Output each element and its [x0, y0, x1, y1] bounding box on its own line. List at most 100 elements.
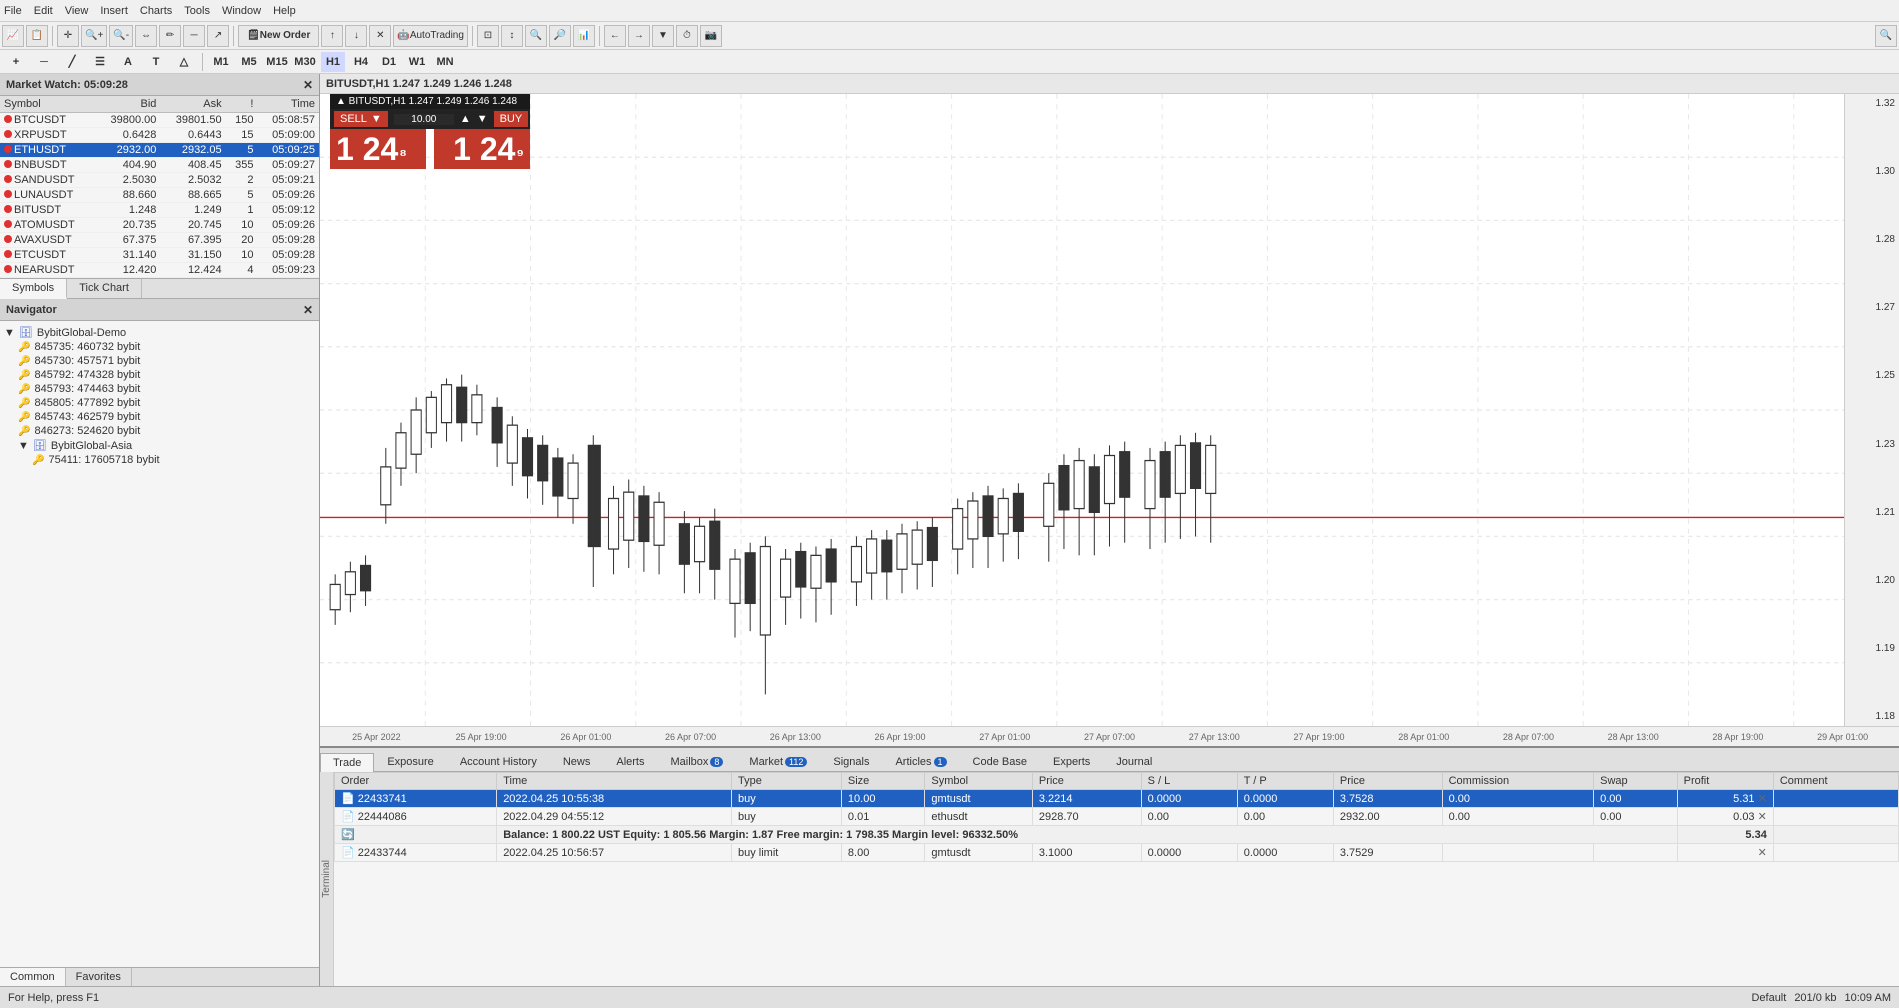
col-profit[interactable]: Profit: [1677, 773, 1773, 790]
term-tab-codebase[interactable]: Code Base: [960, 752, 1040, 771]
sell-dropdown-icon[interactable]: ▼: [371, 113, 382, 125]
tf-h1[interactable]: H1: [321, 52, 345, 72]
tf-d1[interactable]: D1: [377, 52, 401, 72]
lot-up-icon[interactable]: ▲: [460, 113, 471, 125]
shape-tool[interactable]: △: [172, 52, 196, 72]
mw-row[interactable]: ETHUSDT 2932.00 2932.05 5 05:09:25: [0, 143, 319, 158]
autotrading-btn[interactable]: 🤖 AutoTrading: [393, 25, 468, 47]
scroll-btn[interactable]: ⇔: [135, 25, 157, 47]
indicators-btn[interactable]: 📊: [573, 25, 595, 47]
tf-m15[interactable]: M15: [265, 52, 289, 72]
buy-btn[interactable]: ↑: [321, 25, 343, 47]
sell-button[interactable]: SELL ▼: [334, 111, 388, 127]
sell-btn[interactable]: ↓: [345, 25, 367, 47]
term-tab-signals[interactable]: Signals: [820, 752, 882, 771]
new-order-button[interactable]: 🗒 New Order: [238, 25, 319, 47]
tf-m1[interactable]: M1: [209, 52, 233, 72]
nav-account-item[interactable]: 🔑845730: 457571 bybit: [4, 354, 315, 368]
col-tp[interactable]: T / P: [1237, 773, 1333, 790]
order-row[interactable]: 📄 22433741 2022.04.25 10:55:38 buy 10.00…: [335, 790, 1899, 808]
order-row[interactable]: 📄 22444086 2022.04.29 04:55:12 buy 0.01 …: [335, 808, 1899, 826]
mw-row[interactable]: NEARUSDT 12.420 12.424 4 05:09:23: [0, 263, 319, 278]
tf-m5[interactable]: M5: [237, 52, 261, 72]
chart-canvas[interactable]: 1.32 1.30 1.28 1.27 1.25 1.23 1.21 1.20 …: [320, 94, 1899, 726]
nav-account-item[interactable]: 🔑845735: 460732 bybit: [4, 340, 315, 354]
term-tab-articles[interactable]: Articles1: [882, 752, 959, 771]
hline-btn[interactable]: ─: [183, 25, 205, 47]
menu-window[interactable]: Window: [222, 5, 261, 17]
order-row[interactable]: 📄 22433744 2022.04.25 10:56:57 buy limit…: [335, 844, 1899, 862]
term-tab-mailbox[interactable]: Mailbox8: [657, 752, 736, 771]
buy-button[interactable]: BUY: [494, 111, 529, 127]
lot-down-icon[interactable]: ▼: [477, 113, 488, 125]
col-commission[interactable]: Commission: [1442, 773, 1594, 790]
nav-account-item[interactable]: 🔑846273: 524620 bybit: [4, 424, 315, 438]
mw-row[interactable]: BTCUSDT 39800.00 39801.50 150 05:08:57: [0, 113, 319, 128]
forward-btn[interactable]: →: [628, 25, 650, 47]
col-price[interactable]: Price: [1032, 773, 1141, 790]
term-tab-market[interactable]: Market112: [736, 752, 820, 771]
mw-tab-symbols[interactable]: Symbols: [0, 279, 67, 299]
menu-charts[interactable]: Charts: [140, 5, 172, 17]
nav-root-bybit-demo[interactable]: ▼ 🗄 BybitGlobal-Demo: [4, 325, 315, 340]
mw-row[interactable]: SANDUSDT 2.5030 2.5032 2 05:09:21: [0, 173, 319, 188]
navigator-close[interactable]: ✕: [303, 303, 313, 317]
tf-w1[interactable]: W1: [405, 52, 429, 72]
tf-h4[interactable]: H4: [349, 52, 373, 72]
term-tab-experts[interactable]: Experts: [1040, 752, 1103, 771]
nav-root-bybit-asia[interactable]: ▼ 🗄 BybitGlobal-Asia: [4, 438, 315, 453]
col-swap[interactable]: Swap: [1594, 773, 1678, 790]
zoom-chart-in[interactable]: 🔍: [525, 25, 547, 47]
menu-edit[interactable]: Edit: [34, 5, 53, 17]
trendline-tool[interactable]: ╱: [60, 52, 84, 72]
back-btn[interactable]: ←: [604, 25, 626, 47]
term-tab-account-history[interactable]: Account History: [447, 752, 550, 771]
col-order[interactable]: Order: [335, 773, 497, 790]
close-order-btn[interactable]: ✕: [1758, 811, 1767, 823]
lot-input[interactable]: [394, 114, 454, 125]
market-watch-close[interactable]: ✕: [303, 78, 313, 92]
tline-btn[interactable]: ↗: [207, 25, 229, 47]
nav-tab-favorites[interactable]: Favorites: [66, 968, 132, 986]
term-tab-journal[interactable]: Journal: [1103, 752, 1165, 771]
col-sl[interactable]: S / L: [1141, 773, 1237, 790]
screenshot-btn[interactable]: 📷: [700, 25, 722, 47]
profiles-btn[interactable]: ▼: [652, 25, 674, 47]
close-pending-btn[interactable]: ✕: [1758, 847, 1767, 859]
term-tab-news[interactable]: News: [550, 752, 604, 771]
mw-tab-tick[interactable]: Tick Chart: [67, 279, 142, 298]
nav-account-item[interactable]: 🔑845805: 477892 bybit: [4, 396, 315, 410]
timer-btn[interactable]: ⏱: [676, 25, 698, 47]
terminal-content[interactable]: Order Time Type Size Symbol Price S / L …: [334, 772, 1899, 986]
mw-row[interactable]: AVAXUSDT 67.375 67.395 20 05:09:28: [0, 233, 319, 248]
menu-insert[interactable]: Insert: [100, 5, 128, 17]
col-price2[interactable]: Price: [1333, 773, 1442, 790]
menu-view[interactable]: View: [65, 5, 89, 17]
new-chart-btn[interactable]: 📈: [2, 25, 24, 47]
zoom-out-btn[interactable]: 🔍-: [109, 25, 133, 47]
col-size[interactable]: Size: [841, 773, 925, 790]
crosshair-btn[interactable]: ✛: [57, 25, 79, 47]
search-btn[interactable]: 🔍: [1875, 25, 1897, 47]
col-time[interactable]: Time: [497, 773, 732, 790]
term-tab-exposure[interactable]: Exposure: [374, 752, 446, 771]
menu-file[interactable]: File: [4, 5, 22, 17]
close-btn[interactable]: ✕: [369, 25, 391, 47]
text-tool[interactable]: A: [116, 52, 140, 72]
menu-help[interactable]: Help: [273, 5, 296, 17]
tf-mn[interactable]: MN: [433, 52, 457, 72]
chart-shift-btn[interactable]: ⊡: [477, 25, 499, 47]
navigator-tree[interactable]: ▼ 🗄 BybitGlobal-Demo 🔑845735: 460732 byb…: [0, 321, 319, 967]
nav-account-item[interactable]: 🔑845743: 462579 bybit: [4, 410, 315, 424]
nav-account-item-asia[interactable]: 🔑75411: 17605718 bybit: [4, 453, 315, 467]
mw-row[interactable]: BITUSDT 1.248 1.249 1 05:09:12: [0, 203, 319, 218]
term-tab-trade[interactable]: Trade: [320, 753, 374, 772]
tf-m30[interactable]: M30: [293, 52, 317, 72]
channel-tool[interactable]: ☰: [88, 52, 112, 72]
nav-tab-common[interactable]: Common: [0, 968, 66, 986]
mw-row[interactable]: LUNAUSDT 88.660 88.665 5 05:09:26: [0, 188, 319, 203]
menu-tools[interactable]: Tools: [184, 5, 210, 17]
label-tool[interactable]: T: [144, 52, 168, 72]
nav-account-item[interactable]: 🔑845793: 474463 bybit: [4, 382, 315, 396]
mw-row[interactable]: ATOMUSDT 20.735 20.745 10 05:09:26: [0, 218, 319, 233]
